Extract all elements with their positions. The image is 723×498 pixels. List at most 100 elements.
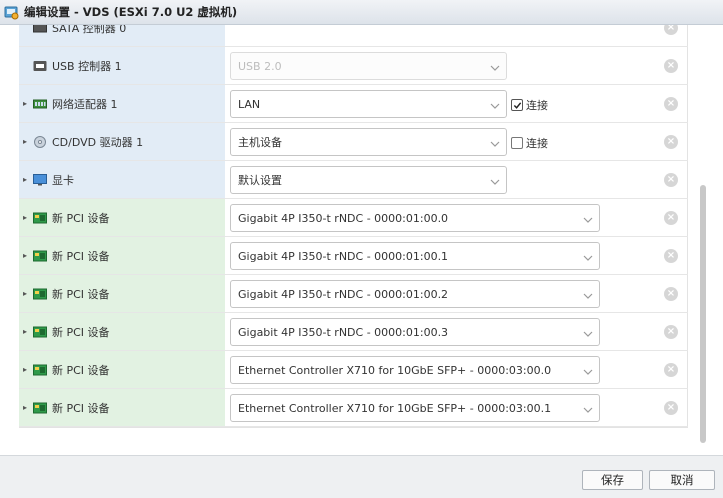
row-label-cell[interactable]: ▸ 新 PCI 设备 xyxy=(19,237,225,274)
hardware-row: ▸ 显卡 默认设置 × xyxy=(19,161,688,199)
row-label: 新 PCI 设备 xyxy=(52,211,110,225)
chevron-down-icon xyxy=(583,404,593,413)
value-select[interactable]: 默认设置 xyxy=(230,166,507,194)
remove-device-icon[interactable]: × xyxy=(664,135,678,149)
chevron-down-icon xyxy=(583,252,593,261)
row-label-cell[interactable]: ▸ 新 PCI 设备 xyxy=(19,389,225,426)
row-label: 新 PCI 设备 xyxy=(52,325,110,339)
row-label: 新 PCI 设备 xyxy=(52,363,110,377)
row-label-cell[interactable]: ▸ 新 PCI 设备 xyxy=(19,199,225,236)
chevron-down-icon xyxy=(583,290,593,299)
remove-device-icon[interactable]: × xyxy=(664,25,678,35)
expand-arrow-icon[interactable]: ▸ xyxy=(23,327,33,336)
remove-device-icon[interactable]: × xyxy=(664,173,678,187)
value-select[interactable]: Gigabit 4P I350-t rNDC - 0000:01:00.0 xyxy=(230,204,600,232)
chevron-down-icon xyxy=(583,328,593,337)
row-label: 显卡 xyxy=(52,173,74,187)
select-value: USB 2.0 xyxy=(238,59,282,73)
pci-device-icon xyxy=(33,364,47,376)
select-value: Ethernet Controller X710 for 10GbE SFP+ … xyxy=(238,401,552,415)
title-bar: 编辑设置 - VDS (ESXi 7.0 U2 虚拟机) xyxy=(0,0,723,25)
connect-checkbox[interactable]: 连接 xyxy=(511,97,548,113)
expand-arrow-icon[interactable]: ▸ xyxy=(23,213,33,222)
hardware-row: ▸ 新 PCI 设备 Ethernet Controller X710 for 10… xyxy=(19,389,688,427)
select-value: Gigabit 4P I350-t rNDC - 0000:01:00.2 xyxy=(238,287,449,301)
row-label: SATA 控制器 0 xyxy=(52,25,127,35)
scrollbar-thumb[interactable] xyxy=(700,185,706,443)
remove-device-icon[interactable]: × xyxy=(664,211,678,225)
row-label-cell[interactable]: ▸ 网络适配器 1 xyxy=(19,85,225,122)
row-label: 新 PCI 设备 xyxy=(52,401,110,415)
value-select: USB 2.0 xyxy=(230,52,507,80)
select-value: Gigabit 4P I350-t rNDC - 0000:01:00.1 xyxy=(238,249,449,263)
row-label: CD/DVD 驱动器 1 xyxy=(52,135,144,149)
remove-device-icon[interactable]: × xyxy=(664,325,678,339)
hardware-row: ▸ 新 PCI 设备 Ethernet Controller X710 for 10… xyxy=(19,351,688,389)
row-label-cell: SATA 控制器 0 xyxy=(19,25,225,46)
remove-device-icon[interactable]: × xyxy=(664,363,678,377)
hardware-row: ▸ 新 PCI 设备 Gigabit 4P I350-t rNDC - 0000:0… xyxy=(19,199,688,237)
hardware-table: SATA 控制器 0 × USB 控制器 1 USB 2.0 × ▸ 网络适配器 1 LAN 连… xyxy=(19,25,688,428)
usb-controller-icon xyxy=(33,60,47,72)
value-select[interactable]: Gigabit 4P I350-t rNDC - 0000:01:00.2 xyxy=(230,280,600,308)
checkbox-unchecked-icon[interactable] xyxy=(511,137,523,149)
row-label-cell[interactable]: ▸ CD/DVD 驱动器 1 xyxy=(19,123,225,160)
hardware-row: ▸ 网络适配器 1 LAN 连接 × xyxy=(19,85,688,123)
expand-arrow-icon[interactable]: ▸ xyxy=(23,251,33,260)
hardware-row: ▸ 新 PCI 设备 Gigabit 4P I350-t rNDC - 0000:0… xyxy=(19,275,688,313)
value-select[interactable]: 主机设备 xyxy=(230,128,507,156)
select-value: 默认设置 xyxy=(238,174,282,187)
remove-device-icon[interactable]: × xyxy=(664,287,678,301)
dialog-footer: 保存 取消 xyxy=(0,455,723,498)
chevron-down-icon xyxy=(583,366,593,375)
hardware-row: ▸ 新 PCI 设备 Gigabit 4P I350-t rNDC - 0000:0… xyxy=(19,237,688,275)
display-card-icon xyxy=(33,173,47,186)
storage-controller-icon xyxy=(33,25,47,34)
chevron-down-icon xyxy=(490,176,500,185)
save-button[interactable]: 保存 xyxy=(582,470,643,490)
hardware-row: ▸ CD/DVD 驱动器 1 主机设备 连接 × xyxy=(19,123,688,161)
select-value: 主机设备 xyxy=(238,136,282,149)
vm-settings-icon xyxy=(4,6,19,19)
expand-arrow-icon[interactable]: ▸ xyxy=(23,289,33,298)
window-title: 编辑设置 - VDS (ESXi 7.0 U2 虚拟机) xyxy=(24,5,238,19)
expand-arrow-icon[interactable]: ▸ xyxy=(23,175,33,184)
settings-content: SATA 控制器 0 × USB 控制器 1 USB 2.0 × ▸ 网络适配器 1 LAN 连… xyxy=(0,25,723,455)
chevron-down-icon xyxy=(490,138,500,147)
remove-device-icon[interactable]: × xyxy=(664,401,678,415)
value-select[interactable]: Ethernet Controller X710 for 10GbE SFP+ … xyxy=(230,394,600,422)
connect-checkbox[interactable]: 连接 xyxy=(511,135,548,151)
select-value: LAN xyxy=(238,97,261,111)
pci-device-icon xyxy=(33,326,47,338)
chevron-down-icon xyxy=(490,100,500,109)
select-value: Gigabit 4P I350-t rNDC - 0000:01:00.3 xyxy=(238,325,449,339)
chevron-down-icon xyxy=(490,62,500,71)
row-label: 网络适配器 1 xyxy=(52,97,118,111)
row-label-cell[interactable]: ▸ 新 PCI 设备 xyxy=(19,351,225,388)
remove-device-icon[interactable]: × xyxy=(664,59,678,73)
checkbox-checked-icon[interactable] xyxy=(511,99,523,111)
expand-arrow-icon[interactable]: ▸ xyxy=(23,99,33,108)
row-label: USB 控制器 1 xyxy=(52,59,122,73)
row-label-cell[interactable]: ▸ 新 PCI 设备 xyxy=(19,313,225,350)
row-label-cell[interactable]: ▸ 显卡 xyxy=(19,161,225,198)
pci-device-icon xyxy=(33,288,47,300)
value-select[interactable]: Gigabit 4P I350-t rNDC - 0000:01:00.3 xyxy=(230,318,600,346)
row-label-cell[interactable]: ▸ 新 PCI 设备 xyxy=(19,275,225,312)
expand-arrow-icon[interactable]: ▸ xyxy=(23,403,33,412)
row-label-cell: USB 控制器 1 xyxy=(19,47,225,84)
expand-arrow-icon[interactable]: ▸ xyxy=(23,137,33,146)
remove-device-icon[interactable]: × xyxy=(664,249,678,263)
remove-device-icon[interactable]: × xyxy=(664,97,678,111)
hardware-row: USB 控制器 1 USB 2.0 × xyxy=(19,47,688,85)
pci-device-icon xyxy=(33,212,47,224)
expand-arrow-icon[interactable]: ▸ xyxy=(23,365,33,374)
checkbox-label: 连接 xyxy=(526,99,548,112)
value-select[interactable]: Ethernet Controller X710 for 10GbE SFP+ … xyxy=(230,356,600,384)
value-select[interactable]: Gigabit 4P I350-t rNDC - 0000:01:00.1 xyxy=(230,242,600,270)
value-select[interactable]: LAN xyxy=(230,90,507,118)
cancel-button[interactable]: 取消 xyxy=(649,470,715,490)
hardware-row: ▸ 新 PCI 设备 Gigabit 4P I350-t rNDC - 0000:0… xyxy=(19,313,688,351)
select-value: Ethernet Controller X710 for 10GbE SFP+ … xyxy=(238,363,552,377)
pci-device-icon xyxy=(33,402,47,414)
